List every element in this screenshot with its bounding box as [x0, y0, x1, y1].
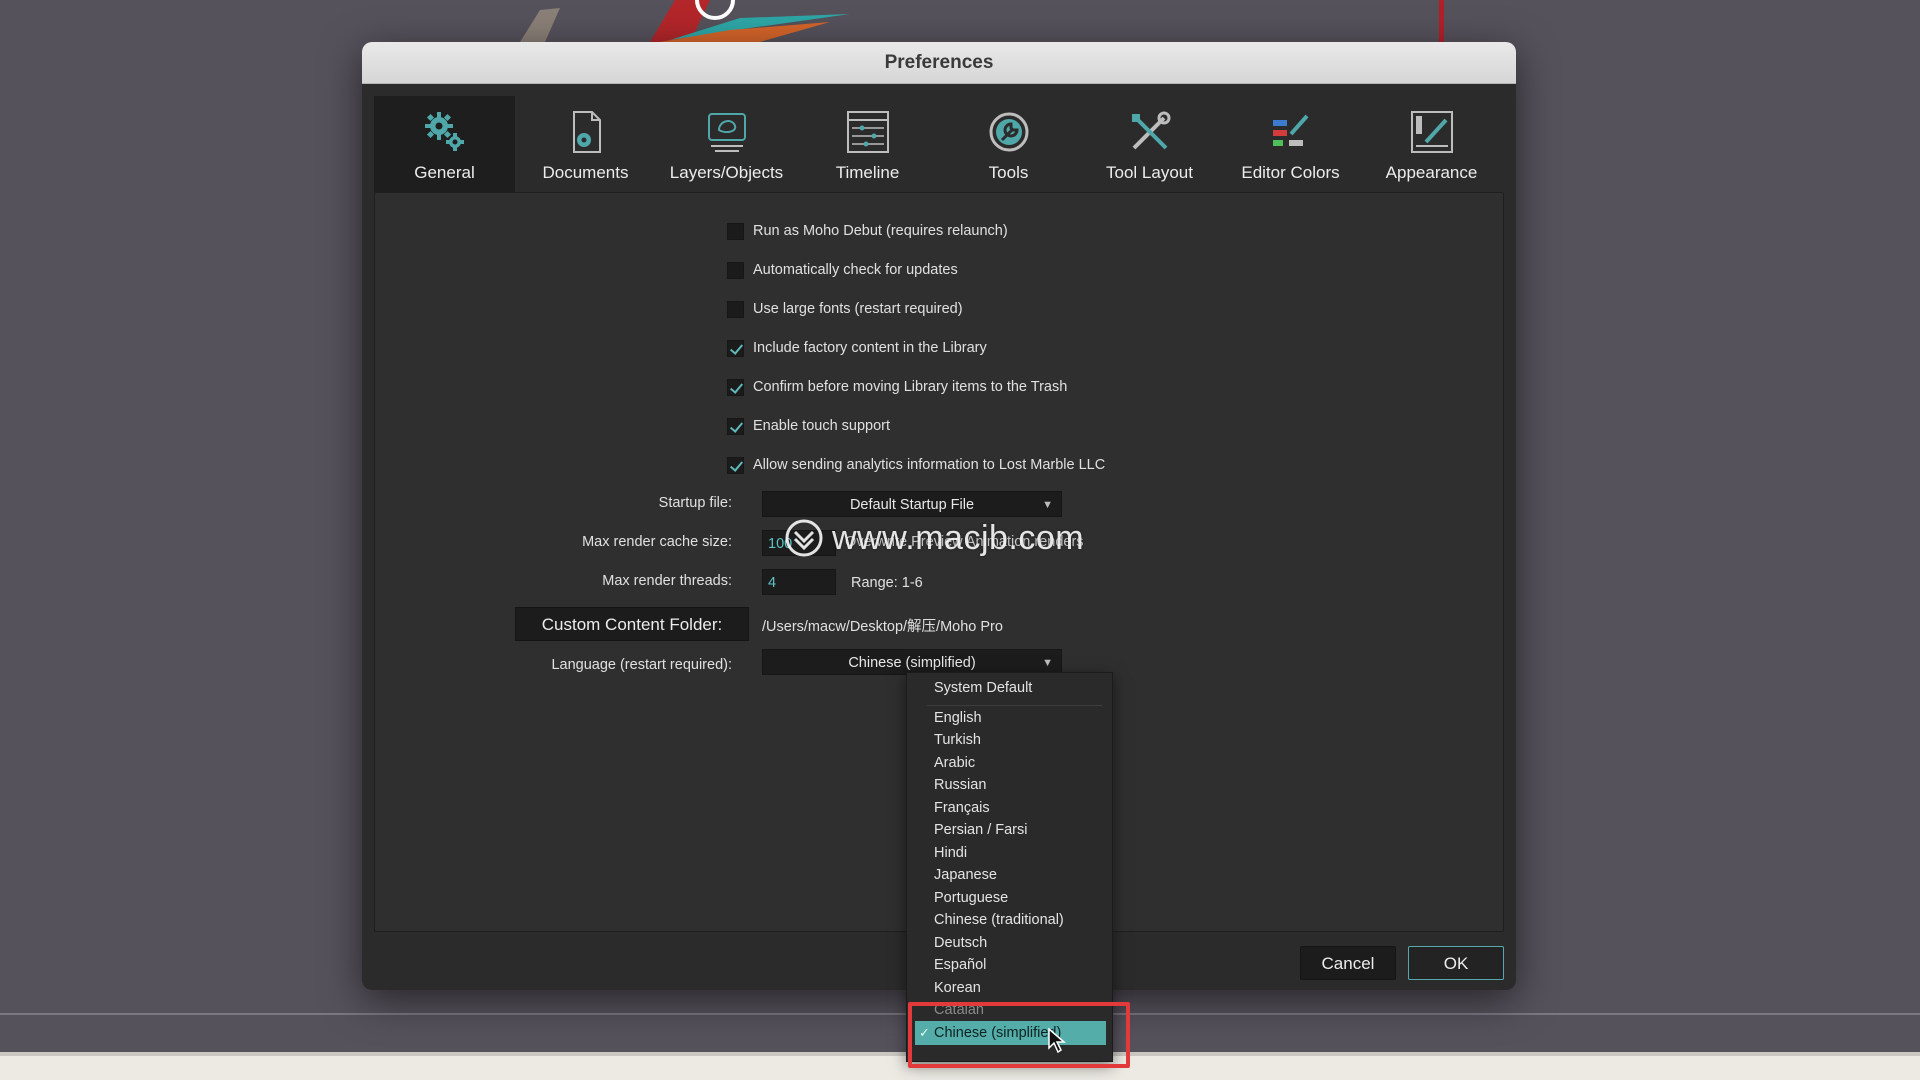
menu-item-language[interactable]: Turkish [934, 729, 981, 751]
checkbox-row-moho-debut[interactable]: Run as Moho Debut (requires relaunch) [727, 220, 1008, 242]
tab-appearance[interactable]: Appearance [1361, 96, 1502, 192]
render-threads-input[interactable]: 4 [762, 569, 836, 595]
menu-separator [927, 705, 1102, 706]
checkbox-row-confirm-trash[interactable]: Confirm before moving Library items to t… [727, 376, 1067, 398]
cancel-button[interactable]: Cancel [1300, 946, 1396, 980]
checkbox-label: Allow sending analytics information to L… [753, 457, 1106, 473]
checkbox-label: Enable touch support [753, 418, 891, 434]
tab-editor-colors[interactable]: Editor Colors [1220, 96, 1361, 192]
checkbox-factory-content[interactable] [727, 339, 744, 357]
checkbox-row-auto-updates[interactable]: Automatically check for updates [727, 259, 958, 281]
menu-item-language[interactable]: Korean [934, 977, 981, 999]
layers-icon [707, 113, 746, 152]
menu-item-system-default[interactable]: System Default [934, 677, 1032, 699]
preferences-tabs: General Documents Layers/Objects Timelin… [374, 96, 1502, 192]
menu-item-language[interactable]: Español [934, 954, 986, 976]
tab-label: Tool Layout [1106, 163, 1193, 182]
dialog-title: Preferences [362, 42, 1516, 84]
checkbox-row-large-fonts[interactable]: Use large fonts (restart required) [727, 298, 963, 320]
checkbox-touch-support[interactable] [727, 417, 744, 435]
pen-frame-icon [1410, 111, 1453, 153]
watermark: www.macjb.com [784, 518, 1084, 558]
tab-label: General [414, 163, 475, 182]
ok-button[interactable]: OK [1408, 946, 1504, 980]
custom-content-folder-path: /Users/macw/Desktop/解压/Moho Pro [762, 619, 1003, 635]
tab-general[interactable]: General [374, 96, 515, 192]
tab-label: Layers/Objects [669, 163, 784, 182]
tab-label: Timeline [835, 163, 900, 182]
checkbox-label: Automatically check for updates [753, 262, 958, 278]
color-bars-icon [1272, 114, 1308, 146]
tab-documents[interactable]: Documents [515, 96, 656, 192]
menu-item-language[interactable]: Hindi [934, 842, 967, 864]
startup-file-value: Default Startup File [849, 497, 975, 513]
checkbox-analytics[interactable] [727, 456, 744, 474]
render-threads-label: Max render threads: [602, 573, 732, 589]
custom-content-folder-button[interactable]: Custom Content Folder: [515, 607, 749, 641]
gears-icon [424, 112, 464, 151]
menu-item-language[interactable]: Persian / Farsi [934, 819, 1027, 841]
desktop-wallpaper-art [520, 0, 850, 42]
startup-file-select[interactable]: Default Startup File ▼ [762, 491, 1062, 517]
menu-item-language[interactable]: Deutsch [934, 932, 987, 954]
menu-item-language[interactable]: Arabic [934, 752, 975, 774]
timeline-icon [846, 111, 889, 153]
language-label: Language (restart required): [551, 657, 732, 673]
wrench-icon [989, 112, 1028, 152]
dropdown-arrow-icon: ▼ [1042, 499, 1053, 511]
menu-item-language[interactable]: Russian [934, 774, 986, 796]
menu-item-language[interactable]: Japanese [934, 864, 997, 886]
tab-timeline[interactable]: Timeline [797, 96, 938, 192]
tools-cross-icon [1131, 111, 1170, 150]
checkbox-row-factory-content[interactable]: Include factory content in the Library [727, 337, 987, 359]
checkbox-moho-debut[interactable] [727, 222, 744, 240]
menu-item-language[interactable]: Chinese (traditional) [934, 909, 1064, 931]
desktop-wallpaper-bar [1439, 0, 1444, 42]
cache-size-label: Max render cache size: [582, 534, 732, 550]
checkbox-label: Run as Moho Debut (requires relaunch) [753, 223, 1008, 239]
checkbox-label: Use large fonts (restart required) [753, 301, 963, 317]
tab-tool-layout[interactable]: Tool Layout [1079, 96, 1220, 192]
menu-item-language[interactable]: English [934, 707, 982, 729]
tab-layers-objects[interactable]: Layers/Objects [656, 96, 797, 192]
render-threads-range: Range: 1-6 [851, 575, 923, 591]
tab-label: Appearance [1385, 163, 1478, 182]
startup-file-label: Startup file: [658, 495, 732, 511]
checkbox-label: Confirm before moving Library items to t… [753, 379, 1068, 395]
watermark-logo-icon [785, 519, 823, 557]
tab-label: Documents [542, 163, 629, 182]
tab-tools[interactable]: Tools [938, 96, 1079, 192]
tab-label: Tools [988, 163, 1029, 182]
menu-item-language[interactable]: Portuguese [934, 887, 1008, 909]
highlight-annotation-box [908, 1002, 1130, 1068]
checkbox-large-fonts[interactable] [727, 300, 744, 318]
checkbox-row-analytics[interactable]: Allow sending analytics information to L… [727, 454, 1105, 476]
mouse-cursor-icon [1048, 1028, 1066, 1054]
watermark-text: www.macjb.com [832, 518, 1085, 557]
language-value: Chinese (simplified) [848, 655, 976, 671]
checkbox-row-touch-support[interactable]: Enable touch support [727, 415, 890, 437]
checkbox-label: Include factory content in the Library [753, 340, 987, 356]
tab-label: Editor Colors [1241, 163, 1340, 182]
menu-item-language[interactable]: Français [934, 797, 990, 819]
checkbox-auto-updates[interactable] [727, 261, 744, 279]
document-gear-icon [572, 111, 601, 153]
checkbox-confirm-trash[interactable] [727, 378, 744, 396]
